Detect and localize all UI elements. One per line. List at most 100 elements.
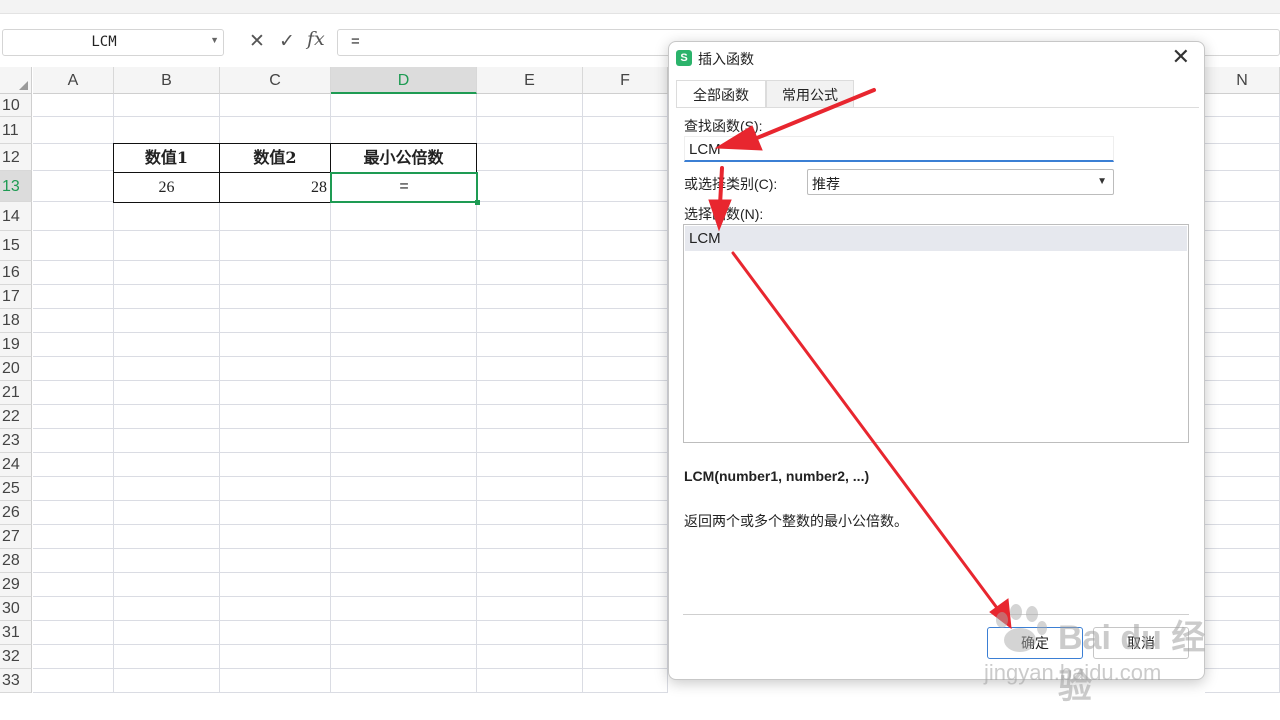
grid-cell[interactable] — [477, 357, 583, 381]
grid-cell[interactable] — [477, 645, 583, 669]
grid-cell[interactable] — [583, 202, 668, 231]
grid-cell[interactable] — [33, 94, 114, 117]
grid-cell[interactable] — [583, 549, 668, 573]
row-header[interactable]: 15 — [0, 231, 32, 261]
name-box[interactable]: LCM ▼ — [2, 29, 224, 56]
grid-cell[interactable] — [33, 261, 114, 285]
grid-cell[interactable] — [477, 453, 583, 477]
check-icon[interactable]: ✓ — [279, 30, 295, 53]
grid-cell[interactable] — [583, 573, 668, 597]
grid-cell[interactable] — [477, 429, 583, 453]
row-header[interactable]: 17 — [0, 285, 32, 309]
grid-cell[interactable] — [114, 501, 220, 525]
grid-cell[interactable] — [114, 202, 220, 231]
row-header[interactable]: 28 — [0, 549, 32, 573]
grid-cell[interactable] — [114, 669, 220, 693]
grid-cell[interactable] — [477, 231, 583, 261]
active-cell-d13[interactable]: = — [330, 172, 478, 203]
select-all-corner[interactable] — [0, 67, 32, 94]
cell-c13[interactable]: 28 — [219, 172, 331, 203]
grid-cell[interactable] — [477, 309, 583, 333]
grid-cell[interactable] — [33, 645, 114, 669]
grid-cell[interactable] — [33, 357, 114, 381]
tab-all-functions[interactable]: 全部函数 — [676, 80, 766, 108]
grid-cell[interactable] — [114, 357, 220, 381]
grid-cell[interactable] — [220, 645, 331, 669]
grid-cell[interactable] — [220, 94, 331, 117]
column-header-n[interactable]: N — [1205, 67, 1280, 94]
row-header[interactable]: 33 — [0, 669, 32, 693]
grid-cell[interactable] — [33, 144, 114, 171]
grid-cell[interactable] — [220, 202, 331, 231]
grid-cell[interactable] — [477, 333, 583, 357]
grid-cell[interactable] — [583, 429, 668, 453]
grid-cell[interactable] — [331, 669, 477, 693]
grid-cell[interactable] — [477, 405, 583, 429]
grid-cell[interactable] — [477, 597, 583, 621]
grid-cell[interactable] — [583, 405, 668, 429]
column-header-d[interactable]: D — [331, 67, 477, 94]
grid-cell[interactable] — [1205, 645, 1280, 669]
row-header[interactable]: 26 — [0, 501, 32, 525]
grid-cell[interactable] — [477, 669, 583, 693]
row-header[interactable]: 22 — [0, 405, 32, 429]
grid-cell[interactable] — [114, 94, 220, 117]
grid-cell[interactable] — [583, 501, 668, 525]
grid-cell[interactable] — [114, 309, 220, 333]
grid-cell[interactable] — [33, 525, 114, 549]
grid-cell[interactable] — [477, 525, 583, 549]
row-header[interactable]: 24 — [0, 453, 32, 477]
grid-cell[interactable] — [33, 429, 114, 453]
grid-cell[interactable] — [114, 261, 220, 285]
tab-common-formulas[interactable]: 常用公式 — [766, 80, 854, 108]
grid-cell[interactable] — [1205, 144, 1280, 171]
grid-cell[interactable] — [220, 477, 331, 501]
category-select[interactable]: 推荐 ▼ — [807, 169, 1114, 195]
grid-cell[interactable] — [583, 285, 668, 309]
grid-cell[interactable] — [1205, 309, 1280, 333]
grid-cell[interactable] — [331, 573, 477, 597]
row-header[interactable]: 10 — [0, 94, 32, 117]
grid-cell[interactable] — [331, 117, 477, 144]
grid-cell[interactable] — [220, 261, 331, 285]
grid-cell[interactable] — [33, 202, 114, 231]
grid-cell[interactable] — [33, 573, 114, 597]
chevron-down-icon[interactable]: ▼ — [210, 35, 219, 45]
grid-cell[interactable] — [114, 645, 220, 669]
grid-cell[interactable] — [331, 381, 477, 405]
table-header-value1[interactable]: 数值1 — [113, 143, 220, 173]
grid-cell[interactable] — [583, 381, 668, 405]
grid-cell[interactable] — [1205, 549, 1280, 573]
grid-cell[interactable] — [583, 453, 668, 477]
grid-cell[interactable] — [220, 333, 331, 357]
column-header-f[interactable]: F — [583, 67, 668, 94]
grid-cell[interactable] — [114, 477, 220, 501]
grid-cell[interactable] — [583, 477, 668, 501]
grid-cell[interactable] — [331, 453, 477, 477]
grid-cell[interactable] — [583, 357, 668, 381]
row-header[interactable]: 13 — [0, 171, 32, 202]
close-icon[interactable]: ✕ — [1172, 44, 1190, 70]
row-header[interactable]: 21 — [0, 381, 32, 405]
grid-cell[interactable] — [114, 285, 220, 309]
grid-cell[interactable] — [331, 94, 477, 117]
grid-cell[interactable] — [220, 357, 331, 381]
grid-cell[interactable] — [220, 117, 331, 144]
function-list[interactable]: LCM — [683, 224, 1189, 443]
grid-cell[interactable] — [114, 573, 220, 597]
grid-cell[interactable] — [331, 285, 477, 309]
grid-cell[interactable] — [477, 94, 583, 117]
cell-b13[interactable]: 26 — [113, 172, 220, 203]
grid-cell[interactable] — [33, 309, 114, 333]
grid-cell[interactable] — [1205, 669, 1280, 693]
close-icon[interactable]: ✕ — [249, 30, 265, 53]
grid-cell[interactable] — [477, 573, 583, 597]
row-header[interactable]: 25 — [0, 477, 32, 501]
grid-cell[interactable] — [331, 202, 477, 231]
table-header-value2[interactable]: 数值2 — [219, 143, 331, 173]
grid-cell[interactable] — [1205, 501, 1280, 525]
grid-cell[interactable] — [331, 309, 477, 333]
grid-cell[interactable] — [331, 477, 477, 501]
cancel-button[interactable]: 取消 — [1093, 627, 1189, 659]
grid-cell[interactable] — [583, 597, 668, 621]
